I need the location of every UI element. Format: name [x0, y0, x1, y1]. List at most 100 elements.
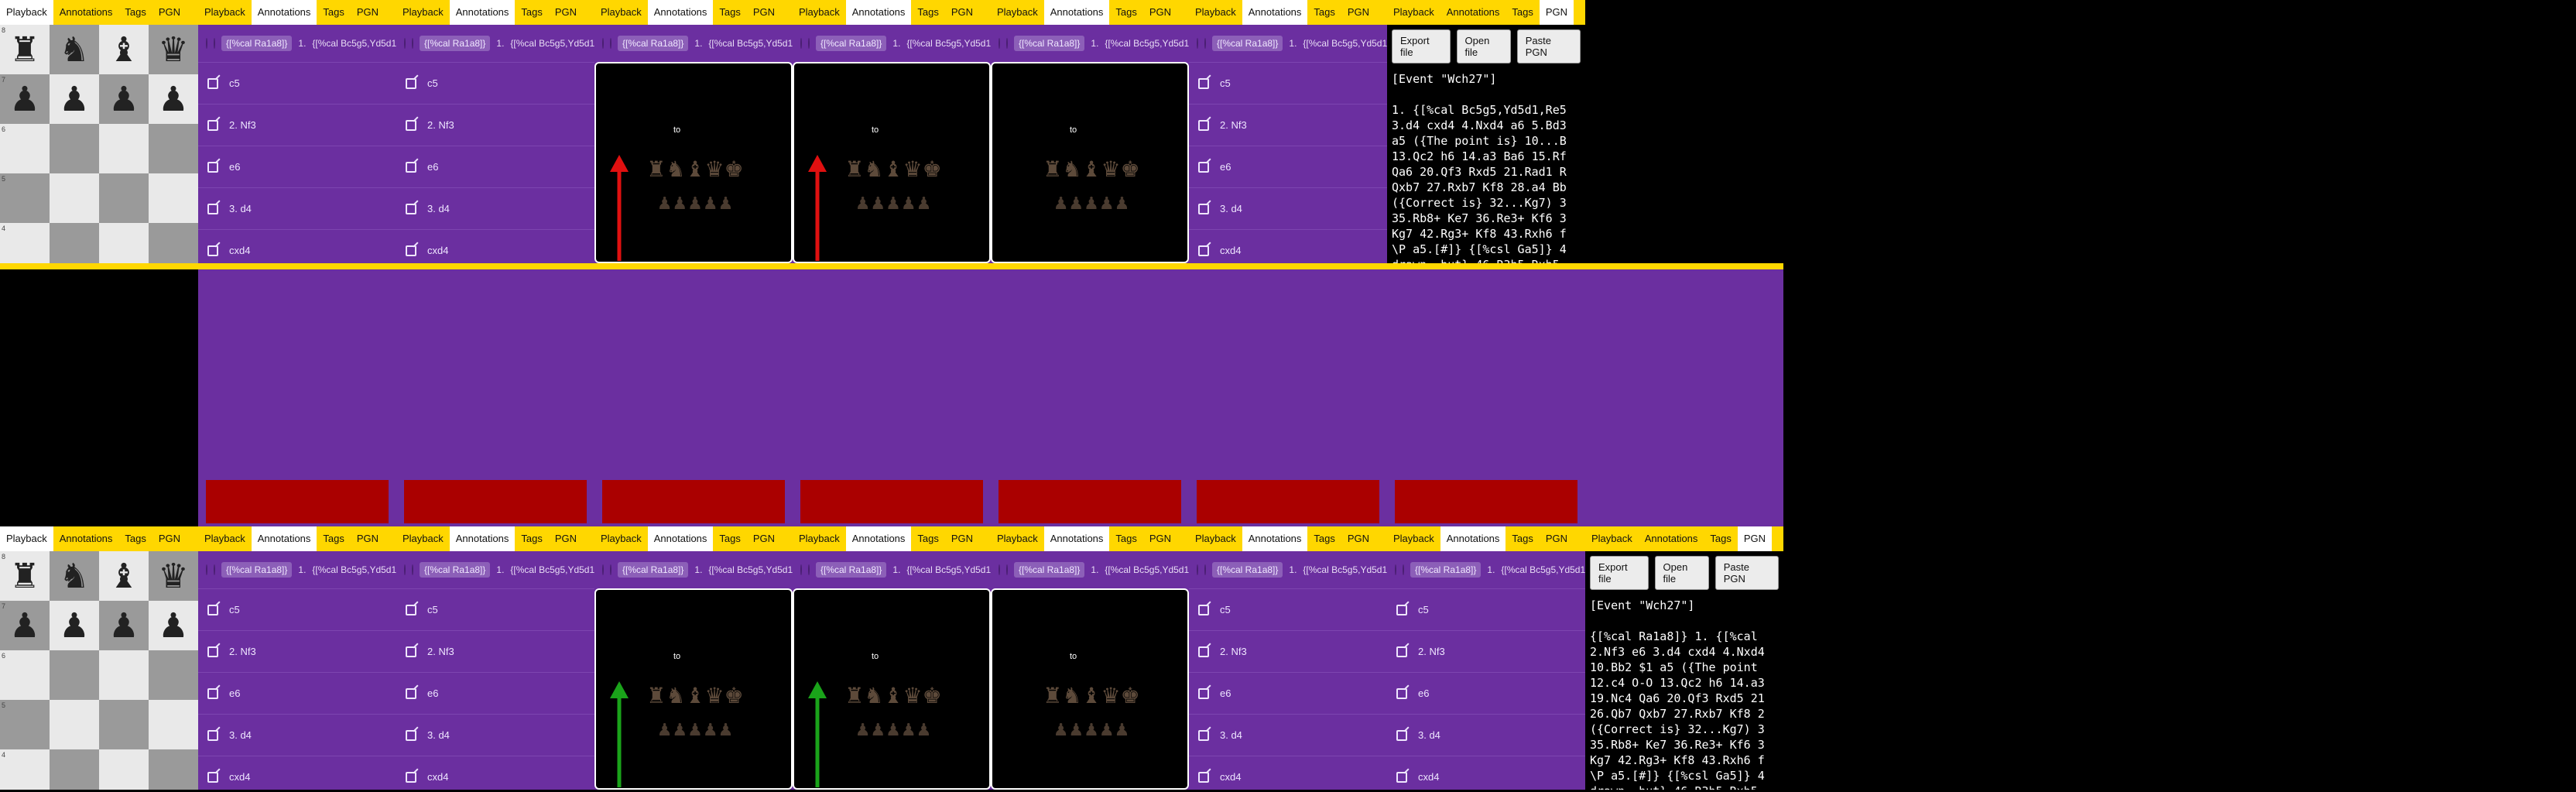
board-square[interactable]: 7 ♟: [0, 74, 50, 124]
edit-icon[interactable]: [406, 771, 416, 783]
edit-icon[interactable]: [1198, 161, 1209, 173]
edit-icon[interactable]: [406, 687, 416, 699]
board-square[interactable]: ♟: [99, 74, 149, 124]
board-square[interactable]: ♟: [50, 601, 99, 650]
toggle-dot-icon[interactable]: [602, 564, 604, 575]
tab-annotations[interactable]: Annotations: [251, 526, 317, 551]
tab-pgn[interactable]: PGN: [1143, 0, 1177, 25]
edit-icon[interactable]: [207, 77, 218, 89]
toggle-dot-icon[interactable]: [800, 564, 802, 575]
edit-icon[interactable]: [1198, 687, 1209, 699]
current-annotation-chip[interactable]: {[%cal Ra1a8]}: [1014, 562, 1085, 578]
board-square[interactable]: [149, 650, 198, 700]
toggle-dot-icon[interactable]: [206, 564, 207, 575]
list-item[interactable]: c5: [198, 588, 396, 630]
list-item[interactable]: cxd4: [1189, 229, 1387, 263]
edit-icon[interactable]: [207, 161, 218, 173]
tab-pgn[interactable]: PGN: [351, 0, 385, 25]
edit-icon[interactable]: [406, 119, 416, 131]
tab-pgn[interactable]: PGN: [152, 526, 187, 551]
pgn-text[interactable]: [Event "Wch27"] 1. {[%cal Bc5g5,Yd5d1,Re…: [1387, 68, 1585, 263]
current-annotation-chip[interactable]: {[%cal Ra1a8]}: [221, 562, 293, 578]
edit-icon[interactable]: [406, 604, 416, 615]
edit-icon[interactable]: [1198, 646, 1209, 657]
toggle-dot-icon[interactable]: [1395, 564, 1396, 575]
paste-pgn-button[interactable]: Paste PGN: [1516, 29, 1581, 63]
list-item[interactable]: 2. Nf3: [1189, 630, 1387, 672]
tab-pgn[interactable]: PGN: [1341, 0, 1375, 25]
toggle-dot-icon[interactable]: [412, 38, 413, 49]
tab-playback[interactable]: Playback: [396, 0, 450, 25]
tab-annotations[interactable]: Annotations: [845, 526, 912, 551]
current-annotation-chip[interactable]: {[%cal Ra1a8]}: [618, 36, 689, 51]
board-square[interactable]: [99, 124, 149, 173]
board-square[interactable]: [99, 749, 149, 790]
list-item[interactable]: 3. d4: [198, 187, 396, 229]
tab-annotations[interactable]: Annotations: [53, 526, 119, 551]
list-item[interactable]: c5: [396, 588, 594, 630]
board-square[interactable]: [50, 749, 99, 790]
board-square[interactable]: 8 ♜: [0, 551, 50, 601]
open-file-button[interactable]: Open file: [1654, 556, 1709, 590]
board-square[interactable]: 4: [0, 749, 50, 790]
tab-annotations[interactable]: Annotations: [1242, 526, 1308, 551]
edit-icon[interactable]: [207, 245, 218, 256]
tab-tags[interactable]: Tags: [1307, 526, 1341, 551]
list-item[interactable]: e6: [198, 672, 396, 714]
edit-icon[interactable]: [1198, 604, 1209, 615]
tab-tags[interactable]: Tags: [911, 526, 944, 551]
tab-playback[interactable]: Playback: [1387, 0, 1440, 25]
export-file-button[interactable]: Export file: [1590, 556, 1649, 590]
toggle-dot-icon[interactable]: [1006, 564, 1008, 575]
tab-annotations[interactable]: Annotations: [1440, 0, 1506, 25]
toggle-dot-icon[interactable]: [800, 38, 802, 49]
toggle-dot-icon[interactable]: [214, 564, 215, 575]
board-square[interactable]: ♟: [99, 601, 149, 650]
current-annotation-chip[interactable]: {[%cal Ra1a8]}: [1410, 562, 1482, 578]
toggle-dot-icon[interactable]: [1204, 38, 1206, 49]
edit-icon[interactable]: [1198, 77, 1209, 89]
list-item[interactable]: e6: [396, 146, 594, 187]
tab-playback[interactable]: Playback: [793, 526, 846, 551]
board-square[interactable]: ♝: [99, 25, 149, 74]
edit-icon[interactable]: [1396, 729, 1407, 741]
edit-icon[interactable]: [406, 729, 416, 741]
list-item[interactable]: e6: [396, 672, 594, 714]
list-item[interactable]: 2. Nf3: [1387, 630, 1585, 672]
list-item[interactable]: 2. Nf3: [198, 104, 396, 146]
pgn-text[interactable]: [Event "Wch27"] {[%cal Ra1a8]} 1. {[%cal…: [1585, 595, 1783, 790]
board-square[interactable]: [50, 223, 99, 263]
tab-annotations[interactable]: Annotations: [845, 0, 912, 25]
toggle-dot-icon[interactable]: [404, 564, 406, 575]
edit-icon[interactable]: [207, 729, 218, 741]
list-item[interactable]: 3. d4: [198, 714, 396, 756]
toggle-dot-icon[interactable]: [1197, 564, 1198, 575]
current-annotation-chip[interactable]: {[%cal Ra1a8]}: [816, 36, 887, 51]
current-annotation-chip[interactable]: {[%cal Ra1a8]}: [1212, 562, 1283, 578]
tab-annotations[interactable]: Annotations: [53, 0, 119, 25]
board-square[interactable]: ♛: [149, 551, 198, 601]
list-item[interactable]: c5: [1189, 588, 1387, 630]
export-file-button[interactable]: Export file: [1392, 29, 1451, 63]
current-annotation-chip[interactable]: {[%cal Ra1a8]}: [420, 562, 491, 578]
board-square[interactable]: [50, 700, 99, 749]
board-square[interactable]: [149, 223, 198, 263]
list-item[interactable]: c5: [1189, 62, 1387, 104]
toggle-dot-icon[interactable]: [412, 564, 413, 575]
toggle-dot-icon[interactable]: [999, 38, 1000, 49]
toggle-dot-icon[interactable]: [214, 38, 215, 49]
board-square[interactable]: [99, 700, 149, 749]
current-annotation-chip[interactable]: {[%cal Ra1a8]}: [221, 36, 293, 51]
tab-pgn[interactable]: PGN: [549, 0, 583, 25]
board-square[interactable]: ♟: [50, 74, 99, 124]
tab-tags[interactable]: Tags: [1109, 0, 1142, 25]
tab-tags[interactable]: Tags: [317, 0, 350, 25]
list-item[interactable]: c5: [396, 62, 594, 104]
tab-tags[interactable]: Tags: [118, 0, 152, 25]
edit-icon[interactable]: [406, 646, 416, 657]
edit-icon[interactable]: [1198, 729, 1209, 741]
board-square[interactable]: [149, 749, 198, 790]
tab-pgn[interactable]: PGN: [1539, 0, 1574, 25]
board-square[interactable]: 6: [0, 124, 50, 173]
toggle-dot-icon[interactable]: [1204, 564, 1206, 575]
